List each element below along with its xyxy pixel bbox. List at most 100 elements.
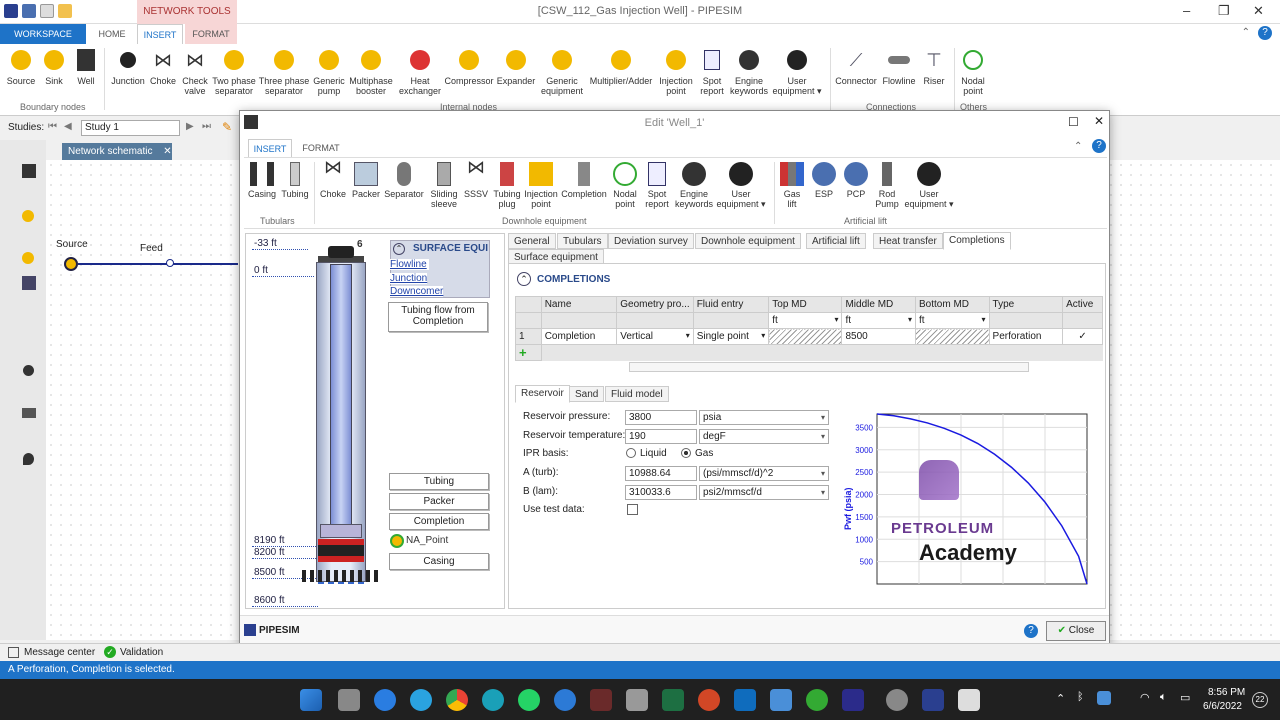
notification-badge[interactable]: 22 xyxy=(1252,692,1268,708)
engine-keywords-button[interactable]: Engine keywords xyxy=(728,48,770,96)
bluetooth-icon[interactable]: ᛒ xyxy=(1077,691,1084,703)
feed-flowline[interactable] xyxy=(78,263,238,265)
dialog-help-icon[interactable]: ? xyxy=(1092,139,1106,153)
col-active[interactable]: Active xyxy=(1062,296,1103,313)
packer-button[interactable]: Packer xyxy=(350,162,382,199)
geometry-cell[interactable]: Vertical ▾ xyxy=(616,328,694,345)
dialog-maximize-icon[interactable]: ☐ xyxy=(1068,115,1079,129)
flowline-midpoint[interactable] xyxy=(166,259,174,267)
add-row-icon[interactable]: + xyxy=(515,344,542,361)
clock-time[interactable]: 8:56 PM xyxy=(1208,687,1245,698)
generic-pump-button[interactable]: Generic pump xyxy=(312,48,346,96)
three-phase-separator-button[interactable]: Three phase separator xyxy=(258,48,310,96)
dh-choke-button[interactable]: ⋈ Choke xyxy=(318,158,348,199)
active-checkbox[interactable]: ✓ xyxy=(1062,328,1103,345)
sink-button[interactable]: Sink xyxy=(40,48,68,86)
teamviewer-icon[interactable] xyxy=(374,689,396,711)
col-type[interactable]: Type xyxy=(988,296,1064,313)
choke-button[interactable]: ⋈ Choke xyxy=(148,48,178,86)
table-row[interactable]: 1 Completion Vertical ▾ Single point ▾ 850… xyxy=(515,328,1103,345)
collapse-completions-icon[interactable]: ⌃ xyxy=(517,272,531,286)
tab-workspace[interactable]: WORKSPACE xyxy=(0,24,86,44)
close-window-icon[interactable]: ✕ xyxy=(1253,3,1264,19)
col-fluid-entry[interactable]: Fluid entry xyxy=(692,296,770,313)
col-top-md[interactable]: Top MD xyxy=(768,296,843,313)
telegram-icon[interactable] xyxy=(410,689,432,711)
powerpoint-icon[interactable] xyxy=(698,689,720,711)
nodal-point-button[interactable]: Nodal point xyxy=(958,48,988,96)
prop-tab-heat-transfer[interactable]: Heat transfer xyxy=(873,233,943,249)
res-tab-reservoir[interactable]: Reservoir xyxy=(515,385,570,403)
prev-study-icon[interactable]: ◀ xyxy=(64,121,72,132)
app-icon-green[interactable] xyxy=(806,689,828,711)
packer-drawing[interactable] xyxy=(320,524,362,538)
res-tab-sand[interactable]: Sand xyxy=(569,386,605,402)
compressor-button[interactable]: Compressor xyxy=(444,48,494,86)
first-study-icon[interactable]: ⏮ xyxy=(48,121,57,132)
chrome-icon[interactable] xyxy=(446,689,468,711)
bottom-md-unit[interactable]: ft ▾ xyxy=(914,312,990,329)
source-button[interactable]: Source xyxy=(6,48,36,86)
help-icon[interactable]: ? xyxy=(1258,26,1272,40)
prop-tab-general[interactable]: General xyxy=(508,233,556,249)
tab-format[interactable]: FORMAT xyxy=(185,24,237,44)
gas-radio[interactable] xyxy=(681,448,691,458)
spot-report-button[interactable]: Spot report xyxy=(697,48,727,96)
source-palette-icon[interactable] xyxy=(22,210,34,222)
b-unit-select[interactable]: psi2/mmscf/d xyxy=(699,485,829,500)
collapse-surface-icon[interactable]: ⌃ xyxy=(393,243,405,255)
pcp-button[interactable]: PCP xyxy=(842,162,870,199)
collapse-ribbon-icon[interactable]: ⌃ xyxy=(1242,27,1250,38)
middle-md-unit[interactable]: ft ▾ xyxy=(841,312,916,329)
check-valve-button[interactable]: ⋈ Check valve xyxy=(180,48,210,96)
app-icon-gray[interactable] xyxy=(626,689,648,711)
dh-engine-keywords-button[interactable]: Engine keywords xyxy=(674,162,714,209)
prop-tab-downhole-equipment[interactable]: Downhole equipment xyxy=(695,233,801,249)
a-unit-select[interactable]: (psi/mmscf/d)^2 xyxy=(699,466,829,481)
well-palette-icon[interactable] xyxy=(22,164,36,178)
outlook-icon[interactable] xyxy=(734,689,756,711)
fluid-palette-icon[interactable] xyxy=(23,453,34,465)
prop-tab-artificial-lift[interactable]: Artificial lift xyxy=(806,233,866,249)
network-schematic-tab[interactable]: Network schematic ✕ xyxy=(62,143,172,160)
dh-injection-point-button[interactable]: Injection point xyxy=(522,162,560,209)
res-tab-fluid-model[interactable]: Fluid model xyxy=(605,386,669,402)
prop-tab-tubulars[interactable]: Tubulars xyxy=(557,233,608,249)
na-point-label[interactable]: NA_Point xyxy=(406,535,448,546)
task-view-icon[interactable] xyxy=(338,689,360,711)
source-node[interactable] xyxy=(64,257,78,271)
flowline-palette-icon[interactable] xyxy=(22,408,36,418)
a-turb-input[interactable]: 10988.64 xyxy=(625,466,697,481)
clock-date[interactable]: 6/6/2022 xyxy=(1203,701,1242,712)
two-phase-separator-button[interactable]: Two phase separator xyxy=(210,48,258,96)
col-middle-md[interactable]: Middle MD xyxy=(841,296,916,313)
b-lam-input[interactable]: 310033.6 xyxy=(625,485,697,500)
next-study-icon[interactable]: ▶ xyxy=(186,121,194,132)
dialog-close-icon[interactable]: ✕ xyxy=(1094,114,1104,128)
top-md-unit[interactable]: ft ▾ xyxy=(768,312,843,329)
tubing-button[interactable]: Tubing xyxy=(280,162,310,199)
volume-icon[interactable]: 🔈︎ xyxy=(1160,691,1167,704)
flowline-button[interactable]: Flowline xyxy=(880,48,918,86)
completion-name-cell[interactable]: Completion xyxy=(540,328,618,345)
injection-point-button[interactable]: Injection point xyxy=(656,48,696,96)
edit-study-icon[interactable]: ✎ xyxy=(222,120,232,134)
tray-chevron-icon[interactable]: ⌃ xyxy=(1056,692,1065,705)
tubing-plug-button[interactable]: Tubing plug xyxy=(492,162,522,209)
completion-callout[interactable]: Completion xyxy=(389,513,489,530)
generic-equipment-button[interactable]: Generic equipment xyxy=(538,48,586,96)
pressure-unit-select[interactable]: psia xyxy=(699,410,829,425)
col-geometry[interactable]: Geometry pro... xyxy=(616,296,694,313)
battery-icon[interactable]: ▭ xyxy=(1180,691,1190,704)
rod-pump-button[interactable]: Rod Pump xyxy=(872,162,902,209)
app-icon-notes[interactable] xyxy=(958,689,980,711)
excel-icon[interactable] xyxy=(662,689,684,711)
tray-app-icon[interactable] xyxy=(1097,691,1111,705)
flowline-link[interactable]: Flowline xyxy=(390,259,429,270)
perforations[interactable] xyxy=(302,570,380,582)
separator-palette-icon[interactable] xyxy=(22,252,34,264)
app-icon-updates[interactable] xyxy=(554,689,576,711)
col-bottom-md[interactable]: Bottom MD xyxy=(914,296,990,313)
gas-lift-button[interactable]: Gas lift xyxy=(778,162,806,209)
dialog-tab-insert[interactable]: INSERT xyxy=(248,139,292,157)
